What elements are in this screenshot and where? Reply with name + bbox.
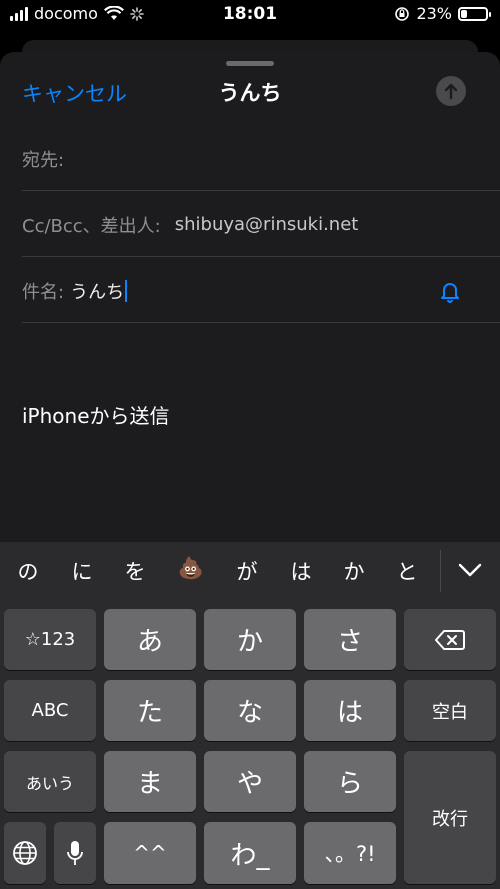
subject-field[interactable]: 件名: うんち <box>22 259 500 323</box>
key-ha[interactable]: は <box>304 680 396 741</box>
battery-percent: 23% <box>416 4 452 23</box>
microphone-icon <box>67 841 83 865</box>
candidate-item[interactable]: か <box>334 556 374 586</box>
key-a[interactable]: あ <box>104 609 196 670</box>
candidate-item[interactable]: 💩 <box>171 556 211 581</box>
globe-icon <box>13 841 37 865</box>
chevron-down-icon[interactable] <box>456 560 484 580</box>
key-ka[interactable]: か <box>204 609 296 670</box>
cc-bcc-from-label: Cc/Bcc、差出人: <box>22 215 161 237</box>
status-right: 23% <box>394 4 491 23</box>
space-key[interactable]: 空白 <box>404 680 496 741</box>
orientation-lock-icon <box>395 6 410 21</box>
status-bar: docomo 18:01 23% <box>0 0 500 30</box>
punctuation-key[interactable]: 、。?! <box>304 822 396 884</box>
to-label: 宛先: <box>22 149 65 171</box>
sheet-grabber[interactable] <box>226 61 274 66</box>
candidate-item[interactable]: と <box>387 556 427 586</box>
candidate-bar: の に を 💩 が は か と <box>0 542 500 600</box>
globe-key[interactable] <box>4 822 46 884</box>
key-ra[interactable]: ら <box>304 751 396 812</box>
from-address: shibuya@rinsuki.net <box>174 214 359 235</box>
key-na[interactable]: な <box>204 680 296 741</box>
abc-key[interactable]: ABC <box>4 680 96 741</box>
battery-icon <box>458 6 491 21</box>
battery-fill <box>461 9 467 18</box>
japanese-keyboard: の に を 💩 が は か と ☆123 あ か さ ABC た な は 空白 … <box>0 542 500 889</box>
key-sa[interactable]: さ <box>304 609 396 670</box>
candidate-item[interactable]: の <box>8 556 48 586</box>
arrow-up-icon <box>444 83 458 100</box>
cc-bcc-from-field[interactable]: Cc/Bcc、差出人: shibuya@rinsuki.net <box>22 193 500 257</box>
to-field[interactable]: 宛先: <box>22 127 500 191</box>
key-wa[interactable]: わ_ <box>204 822 296 884</box>
bell-icon[interactable] <box>438 279 462 303</box>
candidate-item[interactable]: に <box>62 556 102 586</box>
delete-backward-icon <box>435 629 465 650</box>
send-button[interactable] <box>436 76 466 106</box>
email-body-signature[interactable]: iPhoneから送信 <box>22 400 170 429</box>
key-ta[interactable]: た <box>104 680 196 741</box>
numbers-key[interactable]: ☆123 <box>4 609 96 670</box>
subject-input[interactable]: うんち <box>70 278 124 304</box>
dakuten-key[interactable]: ^^ <box>104 822 196 884</box>
candidate-item[interactable]: は <box>281 556 321 586</box>
key-ya[interactable]: や <box>204 751 296 812</box>
compose-title: うんち <box>218 81 282 105</box>
candidate-divider <box>440 550 441 592</box>
candidate-item[interactable]: が <box>227 556 267 586</box>
dictation-key[interactable] <box>54 822 96 884</box>
key-ma[interactable]: ま <box>104 751 196 812</box>
return-key[interactable]: 改行 <box>404 751 496 884</box>
text-cursor <box>125 279 128 302</box>
kana-key[interactable]: あいう <box>4 751 96 812</box>
candidate-item[interactable]: を <box>115 556 155 586</box>
subject-label: 件名: <box>22 281 65 303</box>
delete-key[interactable] <box>404 609 496 670</box>
